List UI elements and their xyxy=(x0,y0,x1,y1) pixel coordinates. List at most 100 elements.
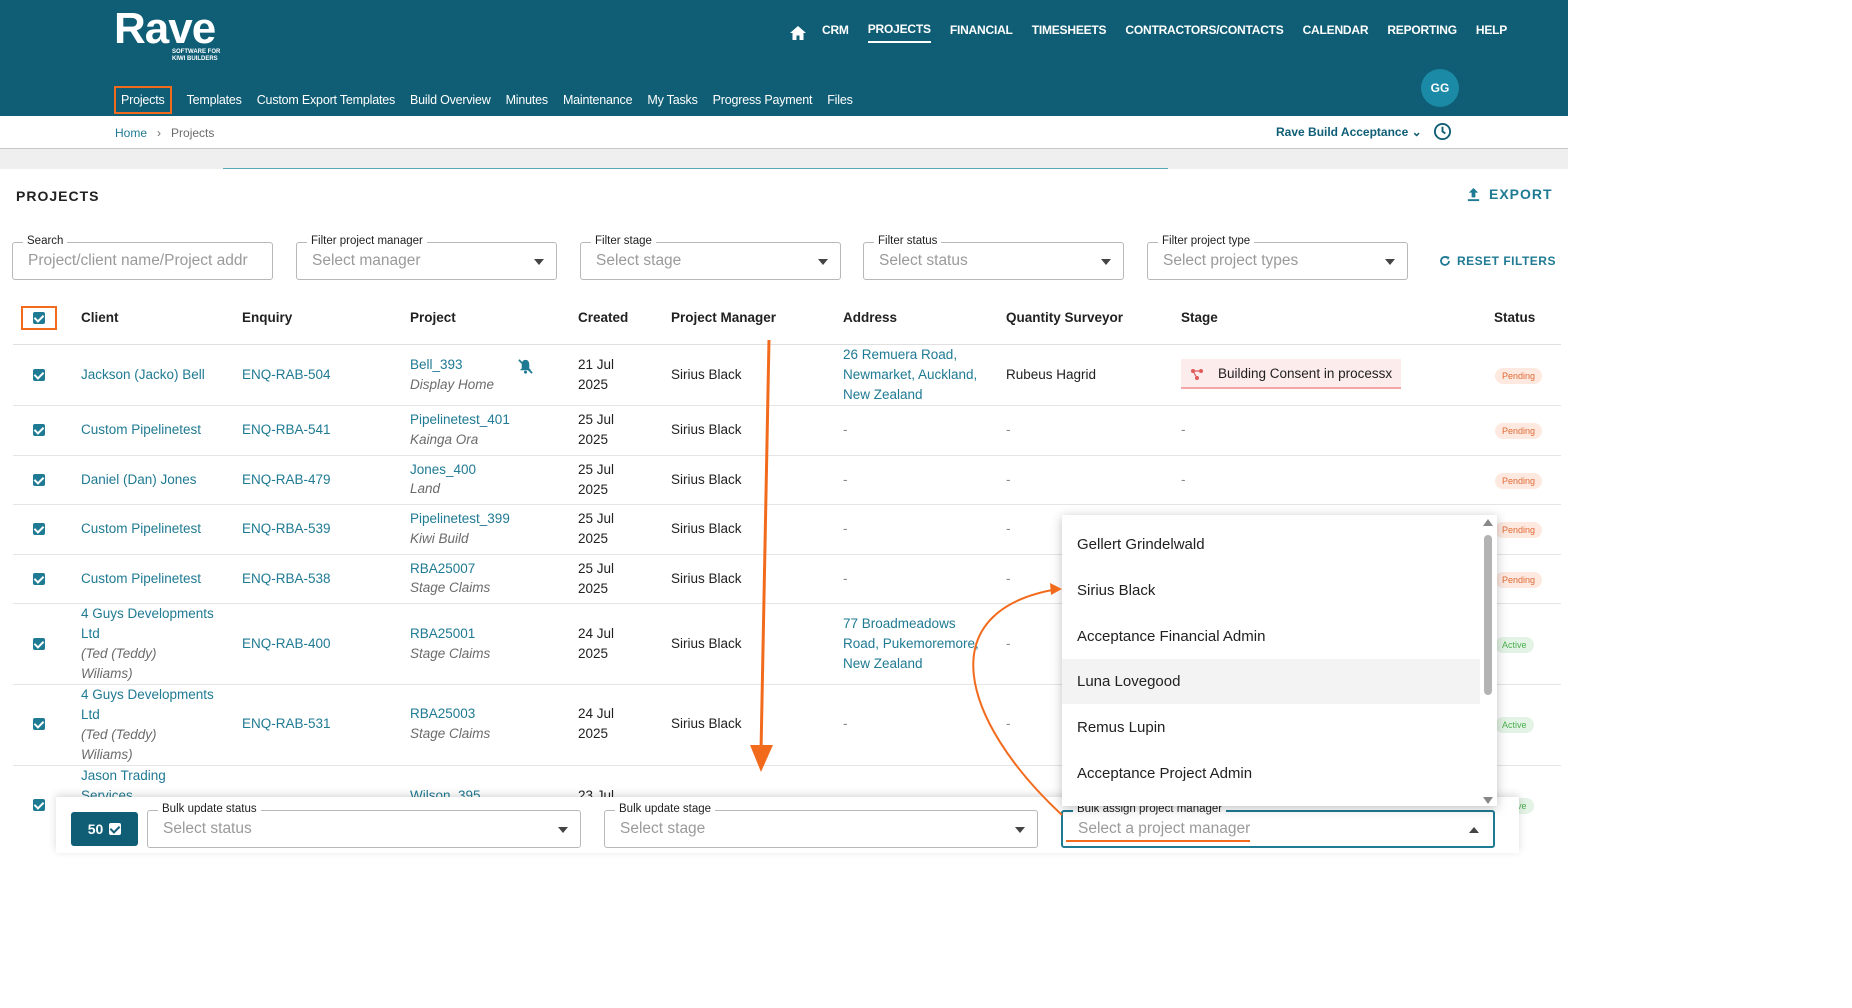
search-input[interactable]: Search Project/client name/Project addr xyxy=(12,235,273,280)
user-avatar[interactable]: GG xyxy=(1421,69,1459,107)
col-project-manager[interactable]: Project Manager xyxy=(671,310,776,325)
topnav-reporting[interactable]: REPORTING xyxy=(1387,23,1457,42)
topnav-help[interactable]: HELP xyxy=(1476,23,1507,42)
bulk-status-select[interactable]: Bulk update status Select status xyxy=(147,803,581,848)
bulk-stage-select[interactable]: Bulk update stage Select stage xyxy=(604,803,1038,848)
project-name[interactable]: Pipelinetest_399 xyxy=(410,509,510,529)
row-checkbox[interactable] xyxy=(33,718,45,730)
subnav-my-tasks[interactable]: My Tasks xyxy=(647,93,697,107)
bulk-manager-select[interactable]: Bulk assign project manager Select a pro… xyxy=(1061,803,1495,848)
client-name[interactable]: Custom Pipelinetest xyxy=(81,420,201,440)
col-stage[interactable]: Stage xyxy=(1181,310,1218,325)
org-selector[interactable]: Rave Build Acceptance ⌄ xyxy=(1276,125,1422,139)
col-status[interactable]: Status xyxy=(1494,310,1535,325)
dropdown-option[interactable]: Acceptance Project Admin xyxy=(1062,751,1480,796)
dropdown-option[interactable]: Acceptance Financial Admin xyxy=(1062,614,1480,659)
project-name[interactable]: Pipelinetest_401 xyxy=(410,410,510,430)
project-name[interactable]: RBA25007 xyxy=(410,559,475,579)
topnav-projects[interactable]: PROJECTS xyxy=(867,22,931,43)
upload-icon xyxy=(1467,187,1480,201)
subnav-progress-payment[interactable]: Progress Payment xyxy=(713,93,813,107)
scroll-down-arrow[interactable] xyxy=(1483,797,1493,804)
client-name[interactable]: Daniel (Dan) Jones xyxy=(81,470,197,490)
enquiry-id[interactable]: ENQ-RBA-538 xyxy=(242,569,331,589)
scroll-up-arrow[interactable] xyxy=(1483,519,1493,526)
col-address[interactable]: Address xyxy=(843,310,897,325)
client-name[interactable]: Jackson (Jacko) Bell xyxy=(81,365,205,385)
client-name[interactable]: Custom Pipelinetest xyxy=(81,569,201,589)
row-checkbox[interactable] xyxy=(33,799,45,811)
rave-logo[interactable]: Rave SOFTWARE FOR KIWI BUILDERS xyxy=(114,6,220,63)
dropdown-scrollbar[interactable] xyxy=(1484,535,1492,695)
client-name[interactable]: Custom Pipelinetest xyxy=(81,519,201,539)
annotation-arrow-curve xyxy=(972,588,1063,816)
annotation-underline xyxy=(1066,840,1250,842)
subnav-maintenance[interactable]: Maintenance xyxy=(563,93,633,107)
dropdown-option[interactable]: Sirius Black xyxy=(1062,568,1480,613)
project-type: Stage Claims xyxy=(410,646,491,661)
subnav-files[interactable]: Files xyxy=(827,93,853,107)
enquiry-id[interactable]: ENQ-RAB-479 xyxy=(242,470,331,490)
row-checkbox[interactable] xyxy=(33,573,45,585)
col-created[interactable]: Created xyxy=(578,310,628,325)
caret-down-icon xyxy=(1015,827,1025,833)
filter-project-type[interactable]: Filter project type Select project types xyxy=(1147,235,1408,280)
topnav-timesheets[interactable]: TIMESHEETS xyxy=(1032,23,1107,42)
enquiry-id[interactable]: ENQ-RBA-541 xyxy=(242,420,331,440)
topnav-financial[interactable]: FINANCIAL xyxy=(950,23,1013,42)
address[interactable]: 77 Broadmeadows Road, Pukemoremore, New Ze… xyxy=(843,614,979,674)
col-client[interactable]: Client xyxy=(81,310,119,325)
subnav-custom-export-templates[interactable]: Custom Export Templates xyxy=(257,93,395,107)
client-name[interactable]: 4 Guys Developments Ltd (Ted (Teddy) Wiliam… xyxy=(81,604,214,684)
enquiry-id[interactable]: ENQ-RAB-531 xyxy=(242,714,331,734)
project-name[interactable]: Jones_400 xyxy=(410,460,476,480)
subnav-templates[interactable]: Templates xyxy=(187,93,242,107)
filter-project-manager[interactable]: Filter project manager Select manager xyxy=(296,235,557,280)
status-badge: Active xyxy=(1495,637,1534,653)
clock-icon[interactable] xyxy=(1433,122,1452,141)
home-icon[interactable] xyxy=(788,24,808,42)
reset-filters-button[interactable]: RESET FILTERS xyxy=(1439,254,1556,268)
project-type: Stage Claims xyxy=(410,726,491,741)
project-name[interactable]: Bell_393 xyxy=(410,355,463,375)
stage-chip[interactable]: Building Consent in processx xyxy=(1181,359,1401,389)
enquiry-id[interactable]: ENQ-RAB-504 xyxy=(242,365,331,385)
row-checkbox[interactable] xyxy=(33,424,45,436)
topnav-crm[interactable]: CRM xyxy=(822,23,849,42)
client-name[interactable]: 4 Guys Developments Ltd (Ted (Teddy) Wiliam… xyxy=(81,685,214,765)
chevron-down-icon: ⌄ xyxy=(1411,125,1422,139)
row-checkbox[interactable] xyxy=(33,474,45,486)
address: - xyxy=(843,716,848,731)
col-project[interactable]: Project xyxy=(410,310,456,325)
quantity-surveyor: - xyxy=(1006,571,1011,586)
dropdown-option[interactable]: Gellert Grindelwald xyxy=(1062,522,1480,567)
select-all-checkbox[interactable] xyxy=(33,312,45,324)
breadcrumb-home[interactable]: Home xyxy=(115,126,147,140)
row-checkbox[interactable] xyxy=(33,369,45,381)
quantity-surveyor: Rubeus Hagrid xyxy=(1006,367,1097,382)
subnav-build-overview[interactable]: Build Overview xyxy=(410,93,491,107)
col-enquiry[interactable]: Enquiry xyxy=(242,310,292,325)
filter-stage[interactable]: Filter stage Select stage xyxy=(580,235,841,280)
filter-status-placeholder: Select status xyxy=(879,252,968,269)
topnav-contractors-contacts[interactable]: CONTRACTORS/CONTACTS xyxy=(1125,23,1283,42)
export-button[interactable]: EXPORT xyxy=(1466,186,1553,202)
col-quantity-surveyor[interactable]: Quantity Surveyor xyxy=(1006,310,1123,325)
dropdown-option-highlighted[interactable]: Luna Lovegood xyxy=(1062,659,1480,704)
subnav-minutes[interactable]: Minutes xyxy=(506,93,549,107)
enquiry-id[interactable]: ENQ-RAB-400 xyxy=(242,634,331,654)
enquiry-id[interactable]: ENQ-RBA-539 xyxy=(242,519,331,539)
created-date: 25 Jul 2025 xyxy=(578,511,615,546)
address[interactable]: 26 Remuera Road, Newmarket, Auckland, New … xyxy=(843,345,977,405)
dropdown-option[interactable]: Remus Lupin xyxy=(1062,705,1480,750)
filter-status[interactable]: Filter status Select status xyxy=(863,235,1124,280)
subnav-projects[interactable]: Projects xyxy=(114,86,172,114)
project-name[interactable]: RBA25003 xyxy=(410,704,475,724)
row-checkbox[interactable] xyxy=(33,523,45,535)
row-checkbox[interactable] xyxy=(33,638,45,650)
selected-count-button[interactable]: 50 xyxy=(71,812,138,846)
caret-down-icon xyxy=(818,259,828,265)
project-name[interactable]: RBA25001 xyxy=(410,624,475,644)
bell-off-icon[interactable] xyxy=(517,358,534,375)
topnav-calendar[interactable]: CALENDAR xyxy=(1303,23,1369,42)
